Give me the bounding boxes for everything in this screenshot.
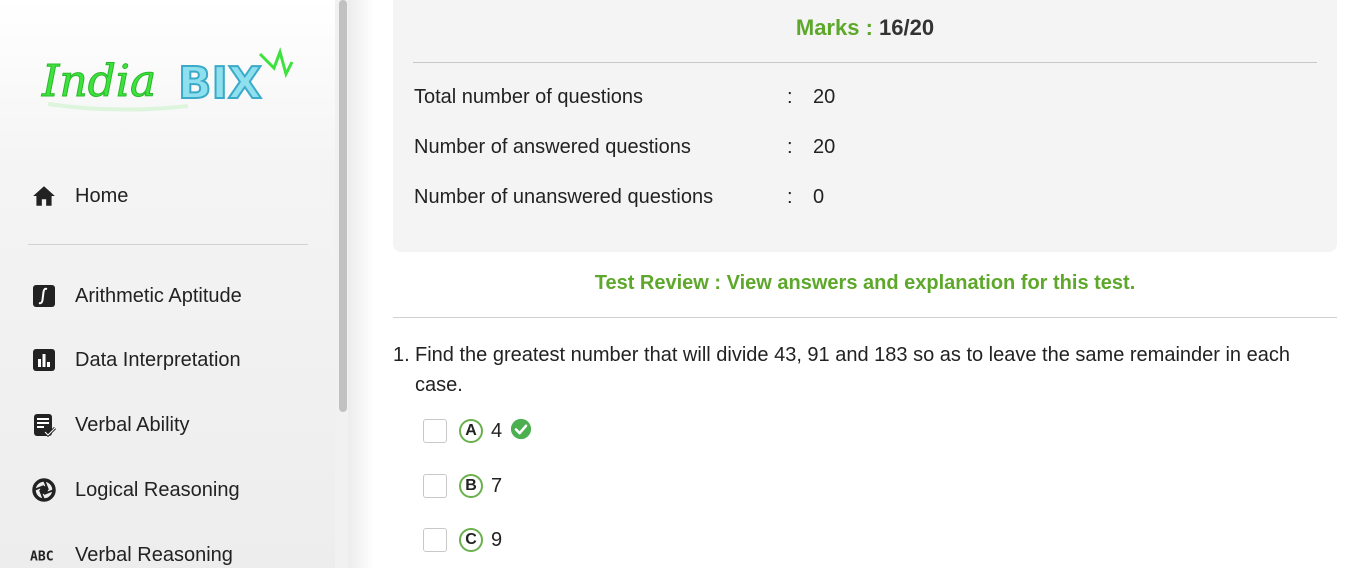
document-check-icon (30, 411, 58, 439)
main-divider (393, 317, 1337, 318)
integral-icon (30, 282, 58, 310)
correct-check-icon (510, 418, 532, 445)
option-checkbox[interactable] (423, 474, 447, 498)
abc-icon: ABC (30, 541, 58, 569)
option-checkbox[interactable] (423, 419, 447, 443)
sidebar-item-label: Data Interpretation (75, 348, 241, 371)
summary-value: 20 (813, 136, 836, 158)
option-c[interactable]: C 9 (423, 525, 510, 555)
summary-label: Number of unanswered questions (414, 186, 714, 208)
test-review-link[interactable]: Test Review : View answers and explanati… (393, 272, 1337, 295)
svg-text:BIX: BIX (178, 58, 262, 109)
sidebar-scrollbar-thumb[interactable] (339, 0, 347, 412)
option-b[interactable]: B 7 (423, 471, 510, 501)
sidebar-item-label: Verbal Ability (75, 413, 190, 436)
summary-separator: : (787, 86, 793, 108)
svg-text:ABC: ABC (30, 550, 54, 565)
svg-text:India: India (41, 56, 156, 107)
summary-separator: : (787, 186, 793, 208)
aperture-icon (30, 476, 58, 504)
summary-label: Total number of questions (414, 86, 644, 108)
sidebar-item-label: Verbal Reasoning (75, 543, 233, 566)
content-divider-shadow (348, 0, 374, 568)
sidebar-item-label: Arithmetic Aptitude (75, 284, 242, 307)
marks-value: 16/20 (879, 15, 935, 40)
result-summary-card: Marks : 16/20 Total number of questions … (393, 0, 1337, 252)
option-checkbox[interactable] (423, 528, 447, 552)
summary-value: 20 (813, 86, 836, 108)
sidebar-item-arithmetic-aptitude[interactable]: Arithmetic Aptitude (30, 281, 242, 311)
option-text: 9 (491, 528, 503, 551)
question-number: 1. (393, 344, 410, 366)
sidebar-item-label: Logical Reasoning (75, 478, 240, 501)
summary-separator: : (787, 136, 793, 158)
question-text: Find the greatest number that will divid… (415, 344, 1290, 396)
sidebar-item-data-interpretation[interactable]: Data Interpretation (30, 345, 241, 375)
option-text: 7 (491, 474, 503, 497)
option-letter: C (459, 528, 483, 552)
sidebar: India BIX Home Arithmetic Aptitude Data … (0, 0, 348, 568)
option-letter: B (459, 474, 483, 498)
sidebar-item-label: Home (75, 184, 129, 207)
sidebar-item-verbal-reasoning[interactable]: ABC Verbal Reasoning (30, 540, 233, 570)
option-letter: A (459, 419, 483, 443)
marks-heading: Marks : 16/20 (393, 15, 1337, 41)
home-icon (30, 182, 58, 210)
option-a[interactable]: A 4 (423, 416, 532, 446)
bar-chart-icon (30, 346, 58, 374)
indiabix-logo[interactable]: India BIX (38, 44, 298, 124)
sidebar-divider (28, 244, 308, 245)
sidebar-item-verbal-ability[interactable]: Verbal Ability (30, 410, 190, 440)
option-text: 4 (491, 419, 503, 442)
summary-divider (413, 62, 1317, 63)
summary-label: Number of answered questions (414, 136, 691, 158)
sidebar-item-home[interactable]: Home (30, 181, 128, 211)
sidebar-item-logical-reasoning[interactable]: Logical Reasoning (30, 475, 240, 505)
marks-label: Marks : (795, 15, 873, 40)
summary-value: 0 (813, 186, 825, 208)
